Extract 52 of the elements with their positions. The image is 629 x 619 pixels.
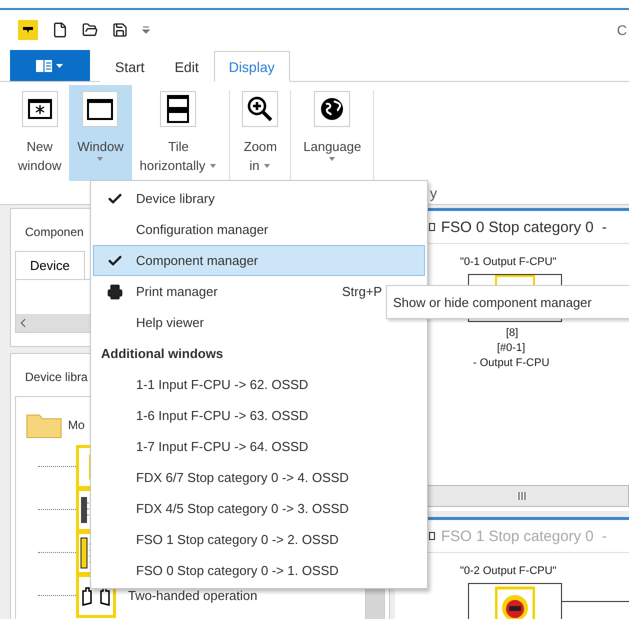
zoom-in-icon bbox=[242, 91, 278, 127]
logo-icon bbox=[23, 27, 33, 33]
menu-section-header: Additional windows bbox=[100, 345, 224, 363]
panel-title: Device libra bbox=[25, 370, 88, 384]
panel-caret-icon bbox=[35, 58, 65, 72]
tree-item[interactable]: Mo bbox=[68, 418, 85, 432]
emergency-stop-icon bbox=[495, 584, 535, 619]
menu-item[interactable]: Device library bbox=[93, 183, 216, 214]
ribbon-tab[interactable]: Display bbox=[214, 51, 290, 82]
ribbon-button[interactable]: Window bbox=[69, 85, 132, 181]
customize-caret-icon[interactable] bbox=[142, 26, 150, 34]
globe-icon bbox=[314, 91, 350, 127]
menu-item[interactable]: FSO 1 Stop category 0 -> 2. OSSD bbox=[93, 524, 340, 555]
editor-window-title[interactable]: FSO 0 Stop category 0 - bbox=[441, 218, 607, 236]
group-label: y bbox=[430, 185, 437, 201]
ribbon-button[interactable]: Zoom in bbox=[234, 85, 286, 181]
tooltip: Show or hide component manager bbox=[386, 285, 629, 319]
block-name: "0-2 Output F-CPU" bbox=[460, 565, 556, 577]
panel-tab[interactable]: Device bbox=[15, 251, 85, 279]
ribbon-button[interactable]: New window bbox=[10, 85, 70, 181]
block-label: - Output F-CPU bbox=[473, 357, 550, 369]
menu-item[interactable]: Component manager bbox=[93, 245, 425, 276]
printer-icon bbox=[107, 284, 123, 300]
tree-item[interactable]: Two-handed operation bbox=[128, 588, 258, 603]
application-menu-button[interactable] bbox=[10, 50, 90, 81]
tile-horizontally-icon bbox=[160, 91, 196, 127]
menu-item[interactable]: 1-7 Input F-CPU -> 64. OSSD bbox=[93, 431, 310, 462]
block-label: [#0-1] bbox=[497, 342, 526, 354]
ribbon-button[interactable]: Language bbox=[295, 85, 370, 181]
app-logo[interactable] bbox=[18, 20, 38, 40]
menu-item[interactable]: Help viewer bbox=[93, 307, 205, 338]
menu-item[interactable]: Print manager Strg+P bbox=[93, 276, 384, 307]
menu-item[interactable]: 1-1 Input F-CPU -> 62. OSSD bbox=[93, 369, 310, 400]
window-marker-icon bbox=[429, 532, 435, 540]
window-title: C bbox=[616, 22, 627, 38]
window-icon bbox=[82, 91, 118, 127]
menu-item[interactable]: FDX 6/7 Stop category 0 -> 4. OSSD bbox=[93, 462, 350, 493]
window-marker-icon bbox=[429, 223, 435, 231]
menu-item[interactable]: Configuration manager bbox=[93, 214, 270, 245]
new-file-icon[interactable] bbox=[52, 22, 68, 38]
open-folder-icon[interactable] bbox=[82, 22, 98, 38]
block-label: [8] bbox=[506, 327, 518, 339]
new-window-icon bbox=[22, 91, 58, 127]
menu-item[interactable]: 1-6 Input F-CPU -> 63. OSSD bbox=[93, 400, 310, 431]
block-name: "0-1 Output F-CPU" bbox=[460, 256, 556, 268]
menu-item[interactable]: FSO 0 Stop category 0 -> 1. OSSD bbox=[93, 555, 340, 586]
menu-shortcut: Strg+P bbox=[342, 284, 382, 299]
panel-title: Componen bbox=[25, 225, 84, 239]
grip-icon bbox=[517, 492, 527, 500]
ribbon-button[interactable]: Tile horizontally bbox=[132, 85, 226, 181]
save-icon[interactable] bbox=[112, 22, 128, 38]
menu-item[interactable]: FDX 4/5 Stop category 0 -> 3. OSSD bbox=[93, 493, 350, 524]
